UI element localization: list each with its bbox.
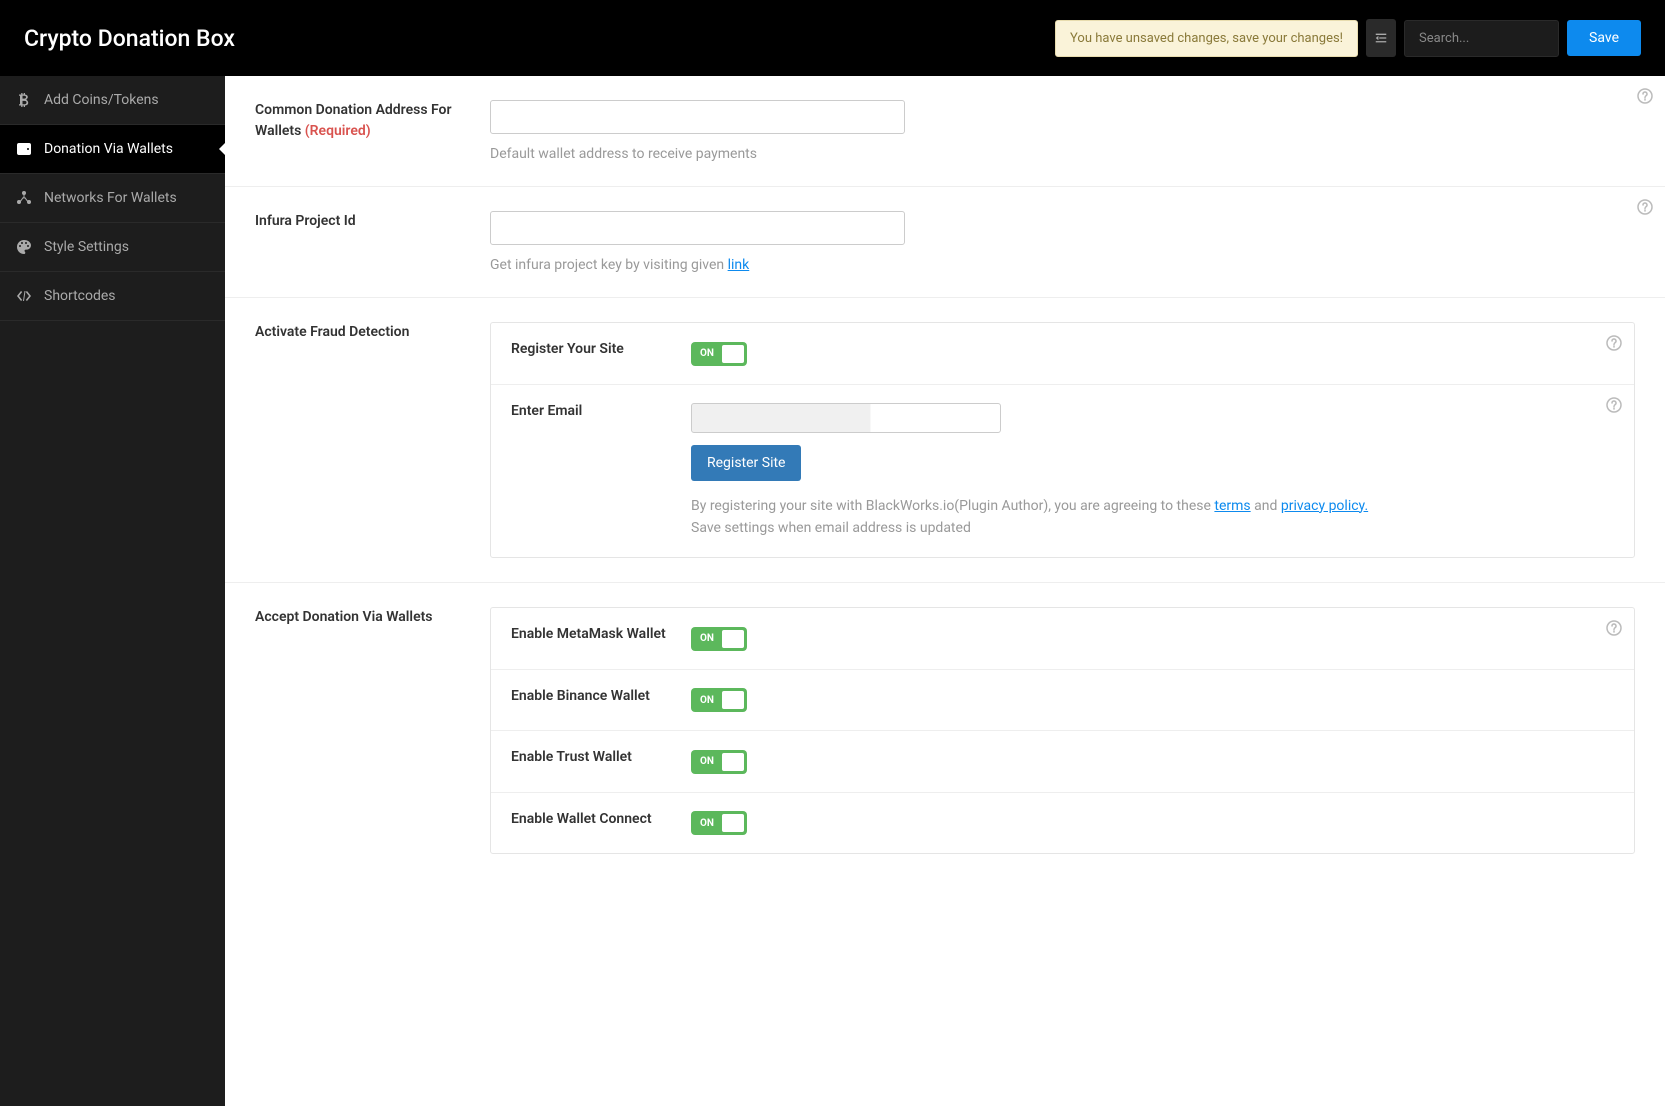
wallet-icon [16,141,32,157]
main-content: Common Donation Address For Wallets (Req… [225,76,1665,1106]
sidebar-collapse-button[interactable] [1366,19,1396,57]
help-text: Get infura project key by visiting given… [490,257,1635,273]
panel-label: Enable Trust Wallet [511,749,691,765]
sidebar-item-shortcodes[interactable]: Shortcodes [0,272,225,321]
panel-label: Register Your Site [511,341,691,357]
trust-toggle[interactable]: ON [691,750,747,774]
wallet-binance-row: Enable Binance Wallet ON [491,670,1634,732]
field-label: Infura Project Id [255,211,490,273]
bitcoin-icon [16,92,32,108]
required-tag: (Required) [305,123,371,139]
sidebar-item-label: Shortcodes [44,288,116,304]
metamask-toggle[interactable]: ON [691,627,747,651]
panel-label: Enable Wallet Connect [511,811,691,827]
toggle-knob [722,753,744,771]
donation-address-input[interactable] [490,100,905,134]
toggle-knob [722,630,744,648]
panel-label: Enable MetaMask Wallet [511,626,691,642]
collapse-icon [1374,31,1388,45]
wallet-trust-row: Enable Trust Wallet ON [491,731,1634,793]
help-icon[interactable] [1606,397,1622,413]
binance-toggle[interactable]: ON [691,688,747,712]
enter-email-row: Enter Email Register Site By registering… [491,385,1634,558]
app-title: Crypto Donation Box [24,25,235,52]
panel-label: Enter Email [511,403,691,419]
terms-link[interactable]: terms [1214,498,1250,514]
save-button[interactable]: Save [1567,20,1641,56]
topbar-right: You have unsaved changes, save your chan… [1055,19,1641,57]
sidebar-item-networks[interactable]: Networks For Wallets [0,174,225,223]
toggle-knob [722,345,744,363]
help-icon[interactable] [1637,88,1653,104]
toggle-knob [722,691,744,709]
field-label: Accept Donation Via Wallets [255,607,490,854]
toggle-on-label: ON [694,633,714,644]
fraud-detection-panel: Register Your Site ON Enter Email [490,322,1635,558]
toggle-knob [722,814,744,832]
sidebar-item-add-coins[interactable]: Add Coins/Tokens [0,76,225,125]
wallets-panel: Enable MetaMask Wallet ON Enable Binance… [490,607,1635,854]
unsaved-changes-banner: You have unsaved changes, save your chan… [1055,20,1358,57]
sidebar: Add Coins/Tokens Donation Via Wallets Ne… [0,76,225,1106]
palette-icon [16,239,32,255]
field-donation-address: Common Donation Address For Wallets (Req… [225,76,1665,187]
infura-link[interactable]: link [728,257,750,273]
code-icon [16,288,32,304]
top-bar: Crypto Donation Box You have unsaved cha… [0,0,1665,76]
infura-id-input[interactable] [490,211,905,245]
panel-label: Enable Binance Wallet [511,688,691,704]
sidebar-item-label: Add Coins/Tokens [44,92,159,108]
walletconnect-toggle[interactable]: ON [691,811,747,835]
field-accept-wallets: Accept Donation Via Wallets Enable MetaM… [225,583,1665,878]
register-site-button[interactable]: Register Site [691,445,801,481]
privacy-link[interactable]: privacy policy. [1281,498,1368,514]
wallet-metamask-row: Enable MetaMask Wallet ON [491,608,1634,670]
help-icon[interactable] [1637,199,1653,215]
email-input[interactable] [691,403,1001,433]
sidebar-item-label: Style Settings [44,239,129,255]
sidebar-item-label: Networks For Wallets [44,190,177,206]
field-fraud-detection: Activate Fraud Detection Register Your S… [225,298,1665,583]
register-site-row: Register Your Site ON [491,323,1634,385]
help-text: Default wallet address to receive paymen… [490,146,1635,162]
toggle-on-label: ON [694,348,714,359]
network-icon [16,190,32,206]
field-infura: Infura Project Id Get infura project key… [225,187,1665,298]
sidebar-item-donation-wallets[interactable]: Donation Via Wallets [0,125,225,174]
sidebar-item-label: Donation Via Wallets [44,141,173,157]
toggle-on-label: ON [694,818,714,829]
toggle-on-label: ON [694,695,714,706]
register-site-toggle[interactable]: ON [691,342,747,366]
field-label: Common Donation Address For Wallets (Req… [255,100,490,162]
search-input[interactable] [1404,20,1559,57]
help-icon[interactable] [1606,335,1622,351]
help-icon[interactable] [1606,620,1622,636]
field-label: Activate Fraud Detection [255,322,490,558]
wallet-connect-row: Enable Wallet Connect ON [491,793,1634,854]
toggle-on-label: ON [694,756,714,767]
sidebar-item-style[interactable]: Style Settings [0,223,225,272]
agreement-text: By registering your site with BlackWorks… [691,495,1614,540]
